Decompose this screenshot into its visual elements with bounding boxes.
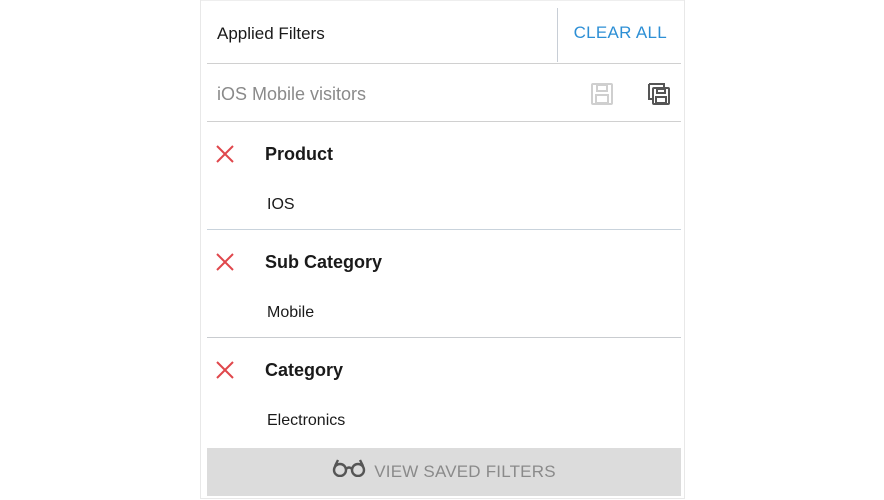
remove-filter-icon[interactable] bbox=[215, 144, 235, 164]
filter-label: Product bbox=[265, 144, 334, 164]
filter-item: Category Electronics bbox=[207, 338, 681, 446]
filter-label: Category bbox=[265, 360, 344, 380]
filter-item: Sub Category Mobile bbox=[207, 230, 681, 338]
view-saved-filters-label: VIEW SAVED FILTERS bbox=[374, 462, 556, 481]
saved-filter-row: iOS Mobile visitors bbox=[207, 64, 681, 122]
panel-header: Applied Filters CLEAR ALL bbox=[207, 6, 681, 64]
filter-value: Mobile bbox=[267, 304, 315, 321]
panel-top-border bbox=[201, 0, 684, 1]
filter-value: Electronics bbox=[267, 412, 346, 429]
saved-filter-name: iOS Mobile visitors bbox=[217, 84, 367, 104]
view-saved-filters-button[interactable]: VIEW SAVED FILTERS bbox=[207, 448, 681, 496]
save-as-icon[interactable] bbox=[647, 82, 671, 106]
applied-filters-panel: Applied Filters CLEAR ALL iOS Mobile vis… bbox=[200, 0, 685, 499]
remove-filter-icon[interactable] bbox=[215, 252, 235, 272]
save-icon[interactable] bbox=[590, 82, 614, 106]
glasses-icon bbox=[332, 459, 366, 482]
filter-item: Product IOS bbox=[207, 122, 681, 230]
filter-list: Product IOS Sub Category Mobile Category… bbox=[207, 122, 681, 446]
remove-filter-icon[interactable] bbox=[215, 360, 235, 380]
clear-all-button[interactable]: CLEAR ALL bbox=[574, 23, 667, 43]
header-divider bbox=[557, 8, 558, 62]
panel-title: Applied Filters bbox=[217, 24, 325, 43]
filter-label: Sub Category bbox=[265, 252, 383, 272]
footer-content: VIEW SAVED FILTERS bbox=[207, 459, 681, 482]
filter-value: IOS bbox=[267, 196, 295, 213]
